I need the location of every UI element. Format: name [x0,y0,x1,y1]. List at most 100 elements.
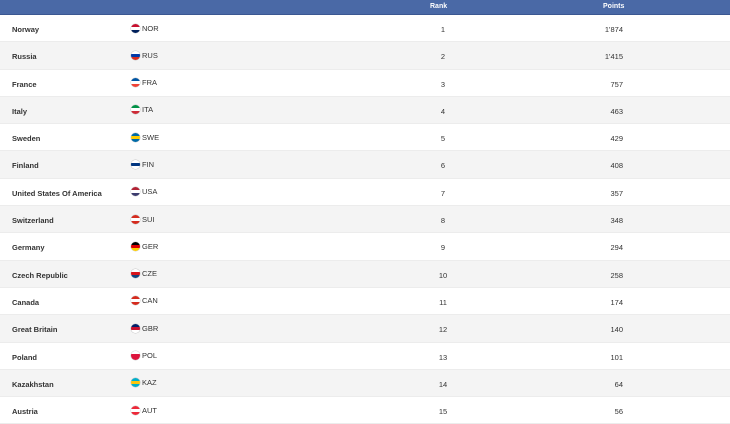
country-name[interactable]: Finland [12,161,39,170]
rank-column-header[interactable]: Rank [430,3,447,10]
country-name[interactable]: Italy [12,107,27,116]
nation-code: RUS [142,50,158,60]
points-value: 64 [614,379,623,389]
table-row[interactable]: Poland POL 13 101 [0,343,730,370]
rank-value: 14 [438,379,448,389]
nation-cell: GBR [131,323,159,333]
rank-value: 6 [440,161,446,171]
country-name[interactable]: Germany [12,243,45,252]
rank-value: 15 [438,407,448,417]
nation-cell: NOR [131,23,159,33]
flag-icon [131,132,140,142]
nation-code: POL [142,351,158,361]
table-row[interactable]: Russia RUS 2 1'415 [0,42,730,70]
table-row[interactable]: Canada CAN 11 174 [0,288,730,316]
rank-value: 1 [440,25,446,34]
flag-icon [131,405,140,415]
points-value: 757 [610,79,623,89]
country-name[interactable]: Great Britain [12,325,57,334]
country-name[interactable]: Sweden [12,134,40,143]
rank-value: 11 [439,297,447,307]
country-name[interactable]: Poland [12,353,37,362]
flag-icon [131,23,140,33]
table-row[interactable]: Germany GER 9 294 [0,233,730,261]
flag-icon [131,269,140,279]
country-name[interactable]: United States Of America [12,189,102,198]
nation-code: SWE [142,132,160,142]
rank-value: 10 [438,270,448,280]
nation-code: SUI [142,214,155,224]
table-row[interactable]: Finland FIN 6 408 [0,151,730,179]
country-name[interactable]: Czech Republic [12,271,68,280]
country-name[interactable]: Canada [12,298,39,307]
flag-icon [131,78,140,88]
nation-code: ITA [142,105,154,115]
points-value: 348 [610,216,623,226]
nation-cell: GER [131,241,159,251]
country-name[interactable]: France [12,80,37,89]
country-name[interactable]: Austria [12,407,38,416]
rank-value: 7 [440,188,446,198]
points-value: 357 [610,188,623,198]
nation-cell: POL [131,351,158,361]
nation-code: CAN [142,296,158,306]
flag-icon [131,105,140,115]
points-value: 56 [614,407,623,417]
flag-icon [131,351,140,361]
rank-value: 4 [440,106,446,116]
flag-icon [131,50,140,60]
rank-value: 8 [440,216,446,226]
points-column-header[interactable]: Points [603,3,624,10]
rank-value: 5 [440,134,446,144]
points-value: 174 [610,297,623,307]
table-header: Rank Points [0,0,730,15]
nation-code: NOR [142,23,159,33]
flag-icon [131,214,140,224]
nation-cell: KAZ [131,378,157,388]
table-row[interactable]: Italy ITA 4 463 [0,96,730,125]
points-value: 1'415 [604,52,623,62]
rank-value: 13 [438,352,448,362]
country-name[interactable]: Russia [12,52,37,61]
nation-code: KAZ [142,378,157,388]
nation-code: GER [142,241,159,251]
nation-cell: ITA [131,105,154,115]
table-row[interactable]: Switzerland SUI 8 348 [0,206,730,234]
points-value: 429 [610,134,623,144]
nation-code: USA [142,187,158,197]
nation-cell: CAN [131,296,158,306]
nation-code: GBR [142,323,159,333]
nation-cell: SUI [131,214,155,224]
country-name[interactable]: Switzerland [12,216,54,225]
rank-value: 3 [440,79,446,89]
nation-cell: CZE [131,269,157,279]
points-value: 258 [610,270,623,280]
nation-code: AUT [142,405,157,415]
nation-cell: SWE [131,132,160,142]
points-value: 408 [610,161,623,171]
flag-icon [131,159,140,169]
table-row[interactable]: Czech Republic CZE 10 258 [0,260,730,288]
table-row[interactable]: Kazakhstan KAZ 14 64 [0,369,730,398]
nation-cell: FRA [131,78,157,88]
table-row[interactable]: Great Britain GBR 12 140 [0,315,730,343]
country-name[interactable]: Kazakhstan [12,380,54,389]
flag-icon [131,323,140,333]
table-row[interactable]: Norway NOR 1 1'874 [0,15,730,43]
rank-value: 9 [440,243,446,253]
points-value: 140 [610,325,623,335]
rank-value: 12 [438,325,448,335]
country-name[interactable]: Norway [12,25,39,34]
points-value: 463 [610,106,623,116]
nation-code: FIN [142,159,155,169]
table-row[interactable]: France FRA 3 757 [0,70,730,97]
points-value: 1'874 [604,25,623,34]
table-row[interactable]: Sweden SWE 5 429 [0,124,730,152]
table-row[interactable]: Austria AUT 15 56 [0,397,730,424]
ranking-table: Rank Points Norway NOR 1 1'874 Russia RUS 2 1'4… [0,0,730,424]
table-row[interactable]: United States Of America USA 7 357 [0,179,730,207]
nation-code: FRA [142,78,157,88]
flag-icon [131,241,140,251]
flag-icon [131,296,140,306]
rank-value: 2 [440,52,446,62]
